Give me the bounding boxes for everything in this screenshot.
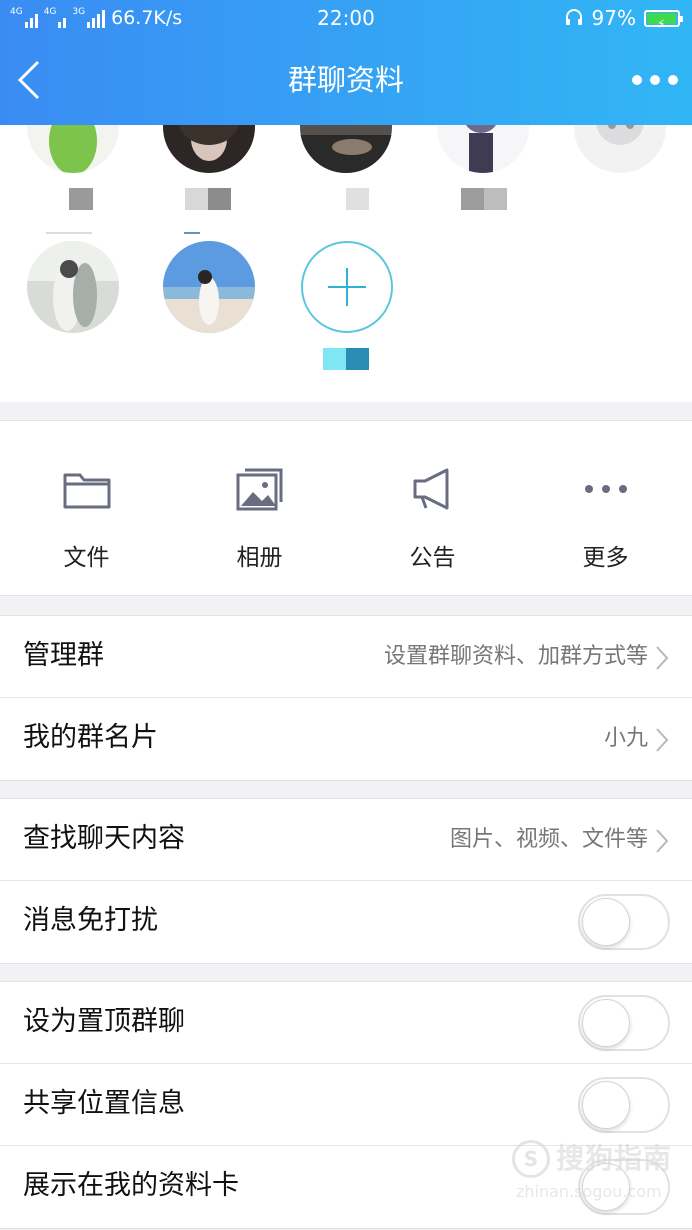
dot bbox=[650, 75, 660, 85]
row-label: 展示在我的资料卡 bbox=[23, 1170, 239, 1201]
dot bbox=[668, 75, 678, 85]
row-label: 查找聊天内容 bbox=[23, 823, 185, 854]
member-avatar[interactable] bbox=[27, 241, 119, 333]
watermark-title: 搜狗指南 bbox=[556, 1142, 673, 1175]
member-name-redacted bbox=[185, 188, 231, 210]
divider bbox=[184, 232, 200, 234]
divider bbox=[46, 232, 92, 234]
member-avatar[interactable] bbox=[163, 125, 255, 173]
quick-actions: 文件 相册 公告 更多 bbox=[0, 420, 692, 596]
pin-chat-row: 设为置顶群聊 bbox=[0, 982, 692, 1064]
avatar-image bbox=[300, 125, 392, 173]
do-not-disturb-row: 消息免打扰 bbox=[0, 881, 692, 963]
battery-icon: ⚡ bbox=[644, 9, 683, 31]
member-grid bbox=[0, 125, 692, 402]
avatar-image bbox=[27, 241, 119, 333]
chevron-right-icon bbox=[656, 829, 669, 853]
member-name-redacted bbox=[346, 188, 369, 210]
more-options-button[interactable] bbox=[632, 66, 678, 94]
member-avatar[interactable] bbox=[163, 241, 255, 333]
status-bar: 4G 4G 3G 66.7K/s 22:00 97% ⚡ bbox=[0, 0, 692, 38]
member-name-redacted bbox=[461, 188, 507, 210]
add-member-button[interactable] bbox=[301, 241, 393, 333]
action-more[interactable]: 更多 bbox=[519, 421, 692, 597]
avatar-image bbox=[163, 241, 255, 333]
member-avatar[interactable] bbox=[300, 125, 392, 173]
member-name-redacted bbox=[69, 188, 93, 210]
chevron-right-icon bbox=[656, 646, 669, 670]
manage-group-row[interactable]: 管理群 设置群聊资料、加群方式等 bbox=[0, 616, 692, 698]
share-location-row: 共享位置信息 bbox=[0, 1064, 692, 1146]
avatar-image bbox=[163, 125, 255, 173]
row-label: 共享位置信息 bbox=[23, 1088, 185, 1119]
action-label: 相册 bbox=[236, 545, 283, 571]
header-bar: 4G 4G 3G 66.7K/s 22:00 97% ⚡ 群聊资料 bbox=[0, 0, 692, 125]
settings-group-management: 管理群 设置群聊资料、加群方式等 我的群名片 小九 bbox=[0, 615, 692, 781]
watermark: S 搜狗指南 zhinan.sogou.com bbox=[512, 1140, 682, 1210]
member-avatar[interactable] bbox=[27, 125, 119, 173]
watermark-logo-icon: S bbox=[512, 1140, 550, 1178]
avatar-image bbox=[27, 125, 119, 173]
dot bbox=[632, 75, 642, 85]
action-announcement[interactable]: 公告 bbox=[346, 421, 519, 597]
share-location-toggle[interactable] bbox=[578, 1077, 670, 1133]
watermark-url: zhinan.sogou.com bbox=[516, 1182, 662, 1201]
do-not-disturb-toggle[interactable] bbox=[578, 894, 670, 950]
page-title: 群聊资料 bbox=[287, 63, 404, 97]
status-right: 97% ⚡ bbox=[564, 6, 683, 31]
pin-chat-toggle[interactable] bbox=[578, 995, 670, 1051]
toggle-knob bbox=[582, 1081, 630, 1129]
toggle-knob bbox=[582, 898, 630, 946]
action-label: 公告 bbox=[409, 545, 456, 571]
my-group-card-row[interactable]: 我的群名片 小九 bbox=[0, 698, 692, 780]
row-label: 管理群 bbox=[23, 640, 104, 671]
row-label: 消息免打扰 bbox=[23, 905, 158, 936]
row-value: 图片、视频、文件等 bbox=[449, 827, 648, 852]
member-avatar[interactable] bbox=[437, 125, 529, 173]
action-label: 文件 bbox=[63, 545, 110, 571]
row-label: 设为置顶群聊 bbox=[23, 1006, 185, 1037]
action-album[interactable]: 相册 bbox=[173, 421, 346, 597]
action-label: 更多 bbox=[582, 545, 629, 571]
member-avatar[interactable] bbox=[574, 125, 666, 173]
search-chat-row[interactable]: 查找聊天内容 图片、视频、文件等 bbox=[0, 799, 692, 881]
row-label: 我的群名片 bbox=[23, 722, 158, 753]
settings-group-chat: 查找聊天内容 图片、视频、文件等 消息免打扰 bbox=[0, 798, 692, 964]
battery-fill: ⚡ bbox=[647, 12, 677, 31]
row-value: 小九 bbox=[603, 726, 648, 751]
row-value: 设置群聊资料、加群方式等 bbox=[383, 644, 648, 669]
action-files[interactable]: 文件 bbox=[0, 421, 173, 597]
member-name-redacted bbox=[323, 348, 369, 370]
headset-icon bbox=[565, 9, 582, 25]
toggle-knob bbox=[582, 999, 630, 1047]
avatar-image bbox=[437, 125, 529, 173]
avatar-image bbox=[574, 125, 666, 173]
album-icon bbox=[232, 461, 288, 517]
chevron-right-icon bbox=[656, 728, 669, 752]
megaphone-icon bbox=[405, 461, 461, 517]
more-dots-icon bbox=[578, 461, 634, 517]
folder-icon bbox=[59, 461, 115, 517]
battery-percent: 97% bbox=[591, 6, 636, 30]
